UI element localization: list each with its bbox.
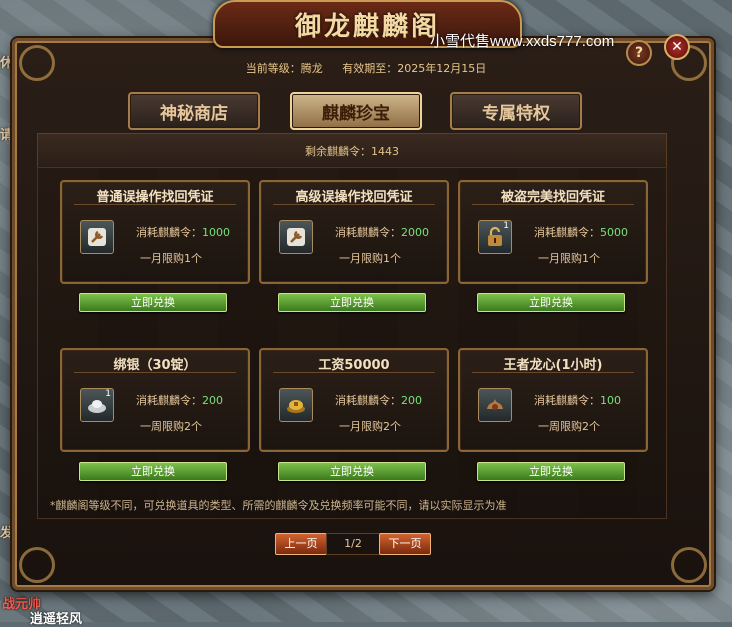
cost-label: 消耗麒麟令：: [335, 394, 401, 407]
purchase-limit: 一周限购2个: [538, 420, 600, 433]
corner-ornament: [19, 547, 55, 583]
item-cost: 消耗麒麟令：200: [335, 392, 422, 408]
item-card: 王者龙心(1小时) 消耗麒麟令：100 一周限购2个: [458, 348, 648, 452]
purchase-limit: 一月限购1个: [140, 252, 202, 265]
remaining-tokens: 剩余麒麟令：1443: [305, 145, 399, 158]
page-indicator: 1/2: [326, 533, 380, 555]
exchange-note: *麒麟阁等级不同，可兑换道具的类型、所需的麒麟令及兑换频率可能不同，请以实际显示…: [50, 499, 507, 512]
tab-qilin-treasure[interactable]: 麒麟珍宝: [290, 92, 422, 130]
corner-ornament: [671, 547, 707, 583]
next-page-button[interactable]: 下一页: [379, 533, 431, 555]
wrench-icon[interactable]: [279, 220, 313, 254]
title-divider: [273, 372, 435, 373]
item-name: 王者龙心(1小时): [503, 358, 603, 373]
cost-value: 100: [600, 394, 621, 407]
item-cost: 消耗麒麟令：5000: [534, 224, 628, 240]
item-card: 绑银（30锭） 1 消耗麒麟令：200 一周限购2个: [60, 348, 250, 452]
item-card: 工资50000 消耗麒麟令：200 一月限购2个: [259, 348, 449, 452]
item-name: 绑银（30锭）: [113, 358, 197, 373]
cost-label: 消耗麒麟令：: [136, 226, 202, 239]
cost-label: 消耗麒麟令：: [534, 394, 600, 407]
item-card: 高级误操作找回凭证 消耗麒麟令：2000 一月限购1个: [259, 180, 449, 284]
purchase-limit: 一月限购1个: [339, 252, 401, 265]
cost-value: 1000: [202, 226, 230, 239]
item-card: 普通误操作找回凭证 消耗麒麟令：1000 一月限购1个: [60, 180, 250, 284]
redeem-button[interactable]: 立即兑换: [79, 462, 227, 481]
item-count: 1: [105, 389, 111, 399]
title-divider: [74, 204, 236, 205]
scene-label-bottom-2: 逍遥轻风: [30, 612, 83, 627]
item-cost: 消耗麒麟令：100: [534, 392, 621, 408]
purchase-limit: 一月限购2个: [339, 420, 401, 433]
tab-exclusive-privilege[interactable]: 专属特权: [450, 92, 582, 130]
cost-label: 消耗麒麟令：: [335, 226, 401, 239]
item-cost: 消耗麒麟令：1000: [136, 224, 230, 240]
purchase-limit: 一周限购2个: [140, 420, 202, 433]
cost-value: 5000: [600, 226, 628, 239]
wrench-icon[interactable]: [80, 220, 114, 254]
gold-coin-icon[interactable]: [279, 388, 313, 422]
title-divider: [472, 204, 634, 205]
valid-until: 有效期至：2025年12月15日: [342, 62, 487, 75]
item-name: 普通误操作找回凭证: [96, 190, 214, 205]
redeem-button[interactable]: 立即兑换: [278, 462, 426, 481]
seller-watermark: 小雪代售www.xxds777.com: [430, 33, 615, 50]
item-name: 工资50000: [318, 358, 390, 373]
redeem-button[interactable]: 立即兑换: [278, 293, 426, 312]
cost-value: 2000: [401, 226, 429, 239]
level-info: 当前等级：腾龙 有效期至：2025年12月15日: [0, 60, 732, 76]
cost-label: 消耗麒麟令：: [136, 394, 202, 407]
tab-mystery-shop[interactable]: 神秘商店: [128, 92, 260, 130]
remaining-tokens-bar: 剩余麒麟令：1443: [37, 133, 667, 169]
window-title: 御龙麒麟阁: [294, 11, 440, 42]
item-cost: 消耗麒麟令：200: [136, 392, 223, 408]
prev-page-button[interactable]: 上一页: [275, 533, 327, 555]
purchase-limit: 一月限购1个: [538, 252, 600, 265]
cost-value: 200: [202, 394, 223, 407]
cost-value: 200: [401, 394, 422, 407]
item-card: 被盗完美找回凭证 1 消耗麒麟令：5000 一月限购1个: [458, 180, 648, 284]
lock-icon[interactable]: 1: [478, 220, 512, 254]
redeem-button[interactable]: 立即兑换: [477, 462, 625, 481]
item-count: 1: [503, 221, 509, 231]
silver-ingot-icon[interactable]: 1: [80, 388, 114, 422]
redeem-button[interactable]: 立即兑换: [477, 293, 625, 312]
title-divider: [273, 204, 435, 205]
current-level: 当前等级：腾龙: [245, 62, 323, 75]
title-divider: [74, 372, 236, 373]
redeem-button[interactable]: 立即兑换: [79, 293, 227, 312]
title-divider: [472, 372, 634, 373]
close-button[interactable]: ✕: [664, 34, 690, 60]
item-name: 被盗完美找回凭证: [500, 190, 605, 205]
item-name: 高级误操作找回凭证: [295, 190, 413, 205]
dragon-heart-icon[interactable]: [478, 388, 512, 422]
item-cost: 消耗麒麟令：2000: [335, 224, 429, 240]
tab-bar: 神秘商店 麒麟珍宝 专属特权: [128, 92, 588, 130]
cost-label: 消耗麒麟令：: [534, 226, 600, 239]
